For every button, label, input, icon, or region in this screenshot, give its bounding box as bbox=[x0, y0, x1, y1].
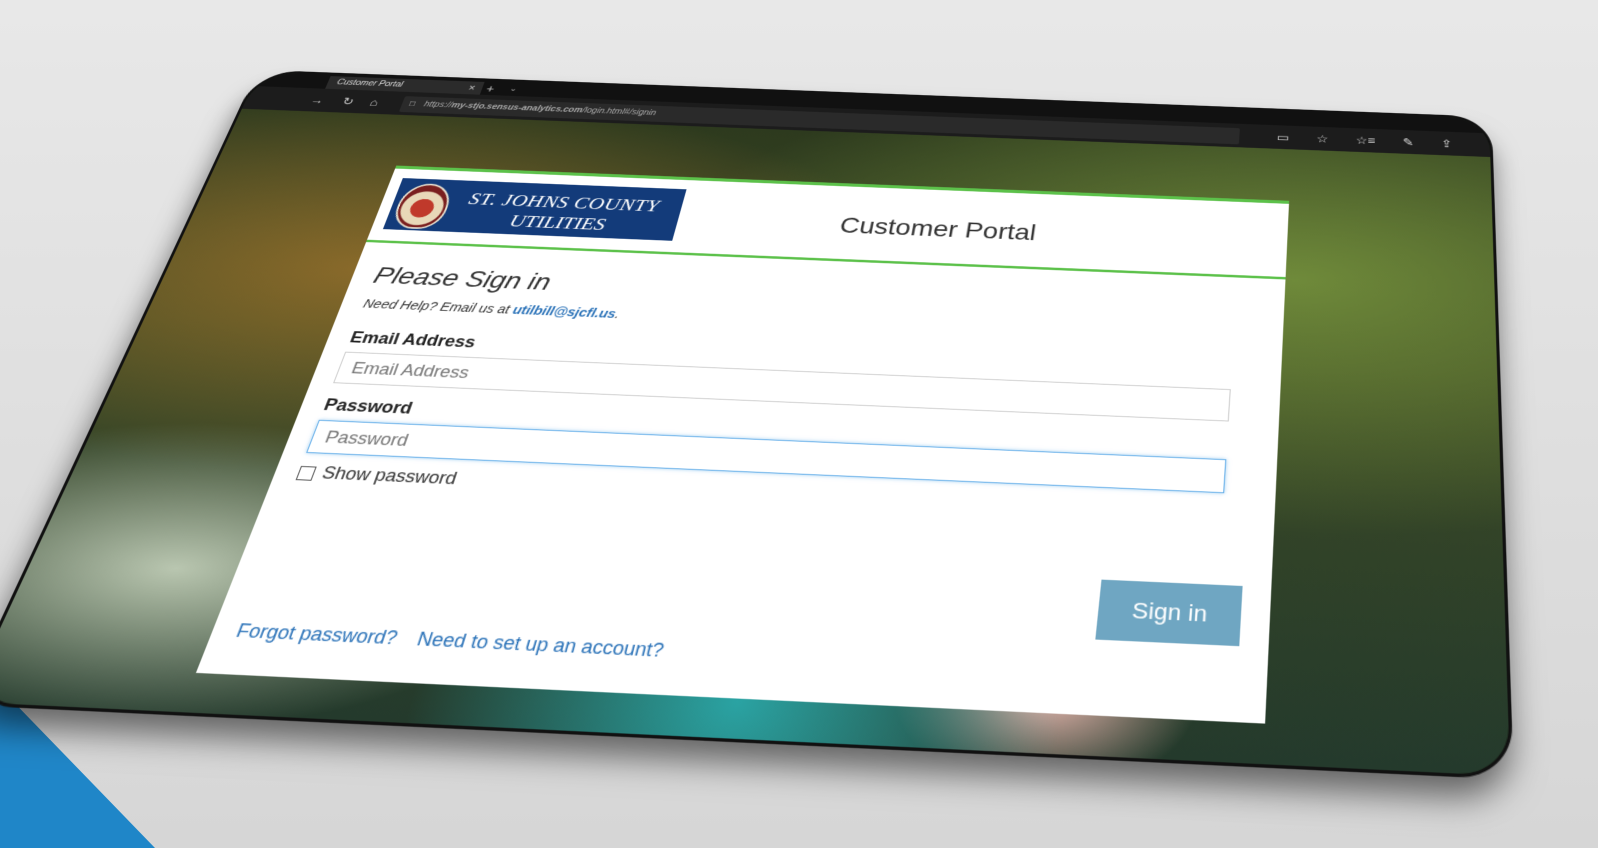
share-icon[interactable]: ⇪ bbox=[1441, 137, 1452, 149]
show-password-label: Show password bbox=[319, 463, 460, 489]
help-email-link[interactable]: utilbill@sjcfl.us bbox=[511, 303, 618, 321]
notes-pen-icon[interactable]: ✎ bbox=[1403, 136, 1414, 148]
signin-form: Please Sign in Need Help? Email us at ut… bbox=[265, 242, 1286, 543]
browser-screen: Customer Portal × + ⌄ → ↻ ⌂ □ https://my… bbox=[0, 71, 1511, 777]
page-title: Customer Portal bbox=[837, 212, 1038, 245]
show-password-checkbox[interactable] bbox=[295, 465, 317, 481]
favorite-star-icon[interactable]: ☆ bbox=[1316, 133, 1328, 145]
stage: Customer Portal × + ⌄ → ↻ ⌂ □ https://my… bbox=[0, 0, 1598, 848]
setup-account-link[interactable]: Need to set up an account? bbox=[415, 628, 666, 661]
tab-dropdown-icon[interactable]: ⌄ bbox=[507, 83, 519, 96]
forward-arrow-icon[interactable]: → bbox=[309, 94, 327, 106]
forgot-password-link[interactable]: Forgot password? bbox=[233, 620, 400, 648]
presentation-slide: Customer Portal × + ⌄ → ↻ ⌂ □ https://my… bbox=[0, 0, 1598, 848]
reading-view-icon[interactable]: ▭ bbox=[1276, 131, 1289, 143]
url-path: /login.html#/signin bbox=[580, 106, 658, 118]
favorites-hub-icon[interactable]: ☆≡ bbox=[1356, 134, 1376, 147]
home-icon[interactable]: ⌂ bbox=[368, 96, 380, 108]
new-tab-icon[interactable]: + bbox=[484, 82, 497, 95]
url-host: my-stjo.sensus-analytics.com bbox=[450, 101, 584, 115]
url-prefix: https:// bbox=[422, 100, 454, 110]
signin-button[interactable]: Sign in bbox=[1095, 579, 1243, 647]
footer-links: Forgot password? Need to set up an accou… bbox=[233, 620, 682, 663]
browser-toolbar-icons: ▭ ☆ ☆≡ ✎ ⇪ bbox=[1252, 130, 1452, 150]
refresh-icon[interactable]: ↻ bbox=[340, 95, 357, 108]
tab-close-icon[interactable]: × bbox=[466, 81, 477, 94]
county-utilities-logo: ST. JOHNS COUNTY UTILITIES bbox=[382, 178, 687, 241]
lock-icon: □ bbox=[407, 99, 417, 109]
tab-title: Customer Portal bbox=[335, 78, 405, 89]
help-prefix: Need Help? Email us at bbox=[361, 296, 516, 317]
